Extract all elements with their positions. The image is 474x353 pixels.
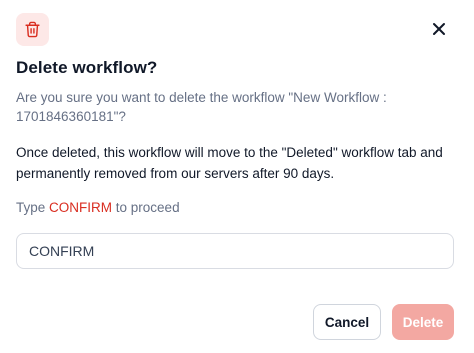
dialog-body-text: Once deleted, this workflow will move to… — [16, 145, 443, 181]
confirm-keyword: CONFIRM — [49, 200, 113, 215]
instruction-suffix: to proceed — [112, 200, 180, 215]
trash-icon-badge — [16, 13, 49, 46]
cancel-button[interactable]: Cancel — [313, 304, 381, 340]
trash-icon — [25, 21, 40, 38]
instruction-prefix: Type — [16, 200, 50, 215]
close-button[interactable] — [428, 18, 450, 40]
confirm-instruction: Type CONFIRM to proceed — [16, 199, 180, 217]
delete-workflow-dialog: Delete workflow? Are you sure you want t… — [0, 0, 474, 353]
confirm-input[interactable] — [16, 233, 454, 269]
close-icon — [433, 23, 445, 35]
delete-button[interactable]: Delete — [392, 304, 454, 340]
dialog-title: Delete workflow? — [16, 58, 158, 77]
dialog-subtitle: Are you sure you want to delete the work… — [16, 90, 387, 124]
